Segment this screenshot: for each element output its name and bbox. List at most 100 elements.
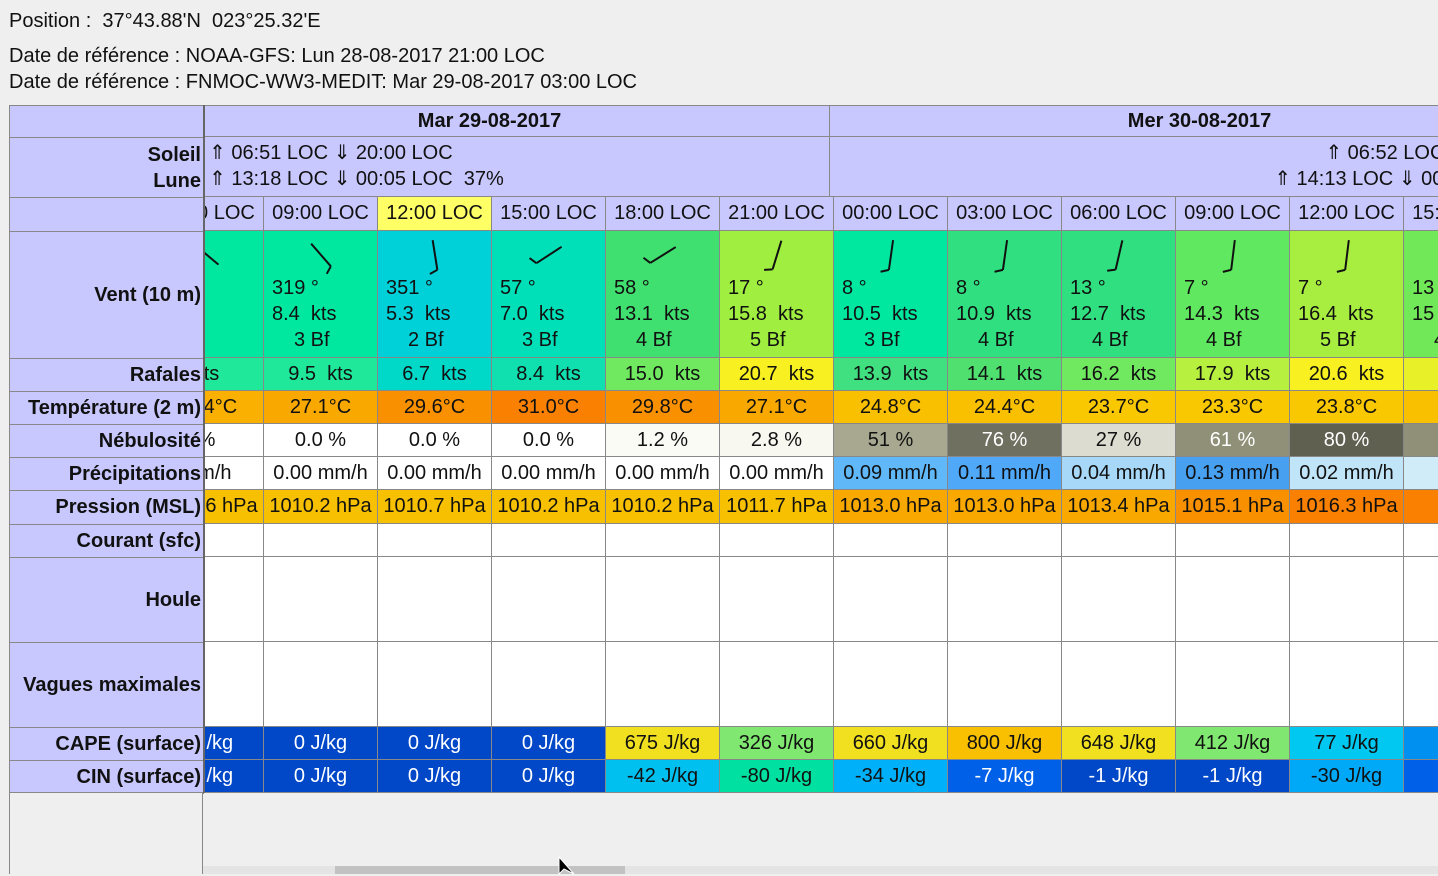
temp-cell: 24.4°C bbox=[948, 391, 1062, 424]
row-labels-column: Soleil Lune Vent (10 m) Rafales Températ… bbox=[9, 105, 204, 794]
cape-cell: 660 J/kg bbox=[834, 727, 948, 760]
wind-barb-icon bbox=[429, 240, 439, 275]
wind-barb-icon bbox=[310, 243, 332, 275]
precip-cell: 0.00 mm/h bbox=[492, 457, 606, 490]
wind-barb-icon bbox=[528, 245, 563, 265]
cape-cell: 0 J/kg bbox=[264, 727, 378, 760]
cloud-cell: 0.0 % bbox=[378, 424, 492, 457]
temp-cell: 24.4°C bbox=[205, 391, 264, 424]
gust-cell: 20.7 kts bbox=[720, 358, 834, 391]
time-header: 21:00 LOC bbox=[720, 197, 834, 231]
ref1-value: NOAA-GFS: Lun 28-08-2017 21:00 LOC bbox=[185, 45, 545, 67]
vagues-cell bbox=[606, 642, 720, 727]
houle-cell bbox=[606, 557, 720, 642]
wind-bf: 5 Bf bbox=[1320, 329, 1356, 351]
wind-dir: 58 ° bbox=[614, 277, 650, 299]
gust-cell: kts bbox=[205, 358, 264, 391]
sun-moon-day-1: ⇑ 06:51 LOC ⇓ 20:00 LOC ⇑ 13:18 LOC ⇓ 00… bbox=[205, 137, 830, 197]
label-lune: Lune bbox=[153, 169, 201, 192]
wind-barb-icon bbox=[1107, 240, 1124, 272]
pres-cell: 1010.2 hPa bbox=[606, 490, 720, 524]
cin-cell: -30 J/kg bbox=[1290, 760, 1404, 793]
pres-cell: 1010.7 hPa bbox=[378, 490, 492, 524]
pres-cell: 1016.3 hPa bbox=[1290, 490, 1404, 524]
cape-cell: 675 J/kg bbox=[606, 727, 720, 760]
cin-cell: -34 J/kg bbox=[834, 760, 948, 793]
label-vagues: Vagues maximales bbox=[10, 643, 204, 728]
label-soleil: Soleil bbox=[147, 143, 201, 166]
courant-cell bbox=[1062, 524, 1176, 557]
wind-cell: 57 ° 7.0 kts 3 Bf bbox=[492, 231, 606, 358]
courant-cell bbox=[492, 524, 606, 557]
horizontal-scrollbar[interactable] bbox=[203, 866, 1438, 874]
wind-speed: 10.9 kts bbox=[956, 303, 1032, 325]
houle-cell bbox=[1176, 557, 1290, 642]
sun-times-day-1: ⇑ 06:51 LOC ⇓ 20:00 LOC bbox=[209, 142, 453, 164]
courant-cell bbox=[834, 524, 948, 557]
wind-barb-icon bbox=[205, 244, 220, 266]
vagues-cell bbox=[492, 642, 606, 727]
time-header: 09:00 LOC bbox=[1176, 197, 1290, 231]
sun-times-day-2: ⇑ 06:52 LOC ⇓ 19:59 LOC bbox=[1325, 142, 1438, 164]
vagues-cell bbox=[205, 642, 264, 727]
precip-cell: 0.11 mm/h bbox=[948, 457, 1062, 490]
wind-bf: 5 Bf bbox=[750, 329, 786, 351]
precip-cell: 0.00 mm/h bbox=[720, 457, 834, 490]
time-header: 03:00 LOC bbox=[948, 197, 1062, 231]
pres-cell: 1013.0 hPa bbox=[948, 490, 1062, 524]
temp-cell: 23.7°C bbox=[1062, 391, 1176, 424]
wind-cell: 17 ° 15.8 kts 5 Bf bbox=[720, 231, 834, 358]
wind-speed: 14.3 kts bbox=[1184, 303, 1260, 325]
courant-cell bbox=[1290, 524, 1404, 557]
pres-cell: 1009.6 hPa bbox=[205, 490, 264, 524]
cape-cell: 0 J/kg bbox=[492, 727, 606, 760]
wind-dir: 351 ° bbox=[386, 277, 433, 299]
cloud-cell: 27 % bbox=[1062, 424, 1176, 457]
cape-cell: 14 bbox=[1404, 727, 1438, 760]
pres-cell: 1016 bbox=[1404, 490, 1438, 524]
gust-cell: 16.2 kts bbox=[1062, 358, 1176, 391]
wind-speed: 15 bbox=[1412, 303, 1435, 325]
scrollbar-thumb[interactable] bbox=[335, 866, 625, 874]
pres-cell: 1013.4 hPa bbox=[1062, 490, 1176, 524]
label-courant: Courant (sfc) bbox=[10, 525, 204, 558]
wind-barb-icon bbox=[880, 240, 895, 273]
courant-cell bbox=[1404, 524, 1438, 557]
temp-cell: 31.0°C bbox=[492, 391, 606, 424]
cin-cell: 0 J/kg bbox=[378, 760, 492, 793]
cloud-cell: 0.0 % bbox=[264, 424, 378, 457]
cape-cell: 77 J/kg bbox=[1290, 727, 1404, 760]
ref1-label: Date de référence : bbox=[9, 45, 181, 67]
gust-cell: 17.9 kts bbox=[1176, 358, 1290, 391]
forecast-table-viewport[interactable]: Mar 29-08-2017 Mer 30-08-2017 ⇑ 06:51 LO… bbox=[203, 105, 1438, 793]
pres-cell: 1015.1 hPa bbox=[1176, 490, 1290, 524]
precip-cell: 0.04 mm/h bbox=[1062, 457, 1176, 490]
wind-dir: 17 ° bbox=[728, 277, 764, 299]
cin-cell: -2 bbox=[1404, 760, 1438, 793]
cin-cell: 0 J/kg bbox=[205, 760, 264, 793]
temp-cell: 29.8°C bbox=[606, 391, 720, 424]
label-vent: Vent (10 m) bbox=[10, 232, 204, 359]
label-sun-moon: Soleil Lune bbox=[10, 138, 204, 198]
day-header-1: Mar 29-08-2017 bbox=[205, 105, 830, 137]
wind-speed: 7.0 kts bbox=[500, 303, 565, 325]
wind-bf: 4 Bf bbox=[1206, 329, 1242, 351]
courant-cell bbox=[1176, 524, 1290, 557]
courant-cell bbox=[606, 524, 720, 557]
houle-cell bbox=[720, 557, 834, 642]
cin-cell: 0 J/kg bbox=[492, 760, 606, 793]
temp-cell: 23.8°C bbox=[1290, 391, 1404, 424]
wind-speed: 5.3 kts bbox=[386, 303, 451, 325]
wind-barb-icon bbox=[1404, 235, 1438, 275]
sun-moon-day-2: ⇑ 06:52 LOC ⇓ 19:59 LOC ⇑ 14:13 LOC ⇓ 00… bbox=[830, 137, 1438, 197]
wind-cell: 58 ° 13.1 kts 4 Bf bbox=[606, 231, 720, 358]
wind-dir: 57 ° bbox=[500, 277, 536, 299]
vagues-cell bbox=[834, 642, 948, 727]
moon-times-day-1: ⇑ 13:18 LOC ⇓ 00:05 LOC 37% bbox=[209, 168, 504, 190]
gust-cell: 13.9 kts bbox=[834, 358, 948, 391]
vagues-cell bbox=[1290, 642, 1404, 727]
mouse-cursor-icon bbox=[558, 856, 575, 876]
cloud-cell: 0.0 % bbox=[492, 424, 606, 457]
gust-cell: 20.6 kts bbox=[1290, 358, 1404, 391]
wind-cell: 351 ° 5.3 kts 2 Bf bbox=[378, 231, 492, 358]
